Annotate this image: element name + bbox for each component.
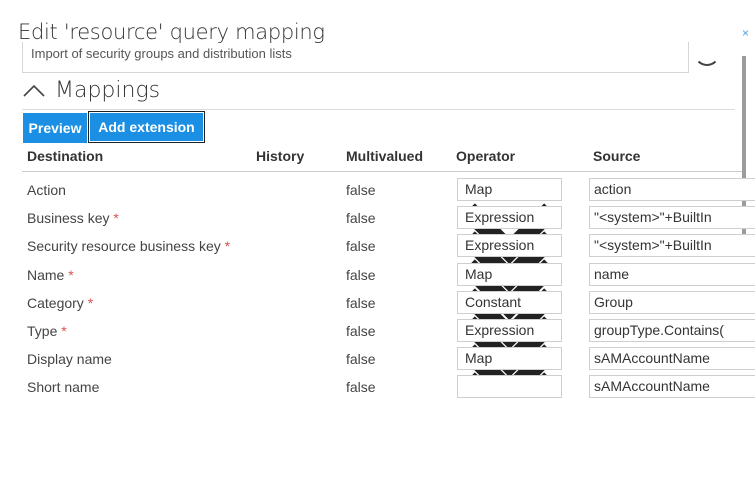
column-header-operator: Operator [456, 148, 516, 164]
destination-cell: Type * [27, 323, 67, 339]
operator-value: Expression [465, 237, 535, 254]
required-marker: * [224, 238, 231, 255]
table-row: Security resource business key * false Exp… [0, 233, 755, 321]
multivalued-cell: false [346, 182, 376, 198]
required-marker: * [87, 294, 94, 311]
operator-value: Constant [465, 293, 522, 310]
close-icon[interactable]: × [742, 26, 749, 40]
source-value: Group [594, 293, 633, 310]
table-row: Action false Map action [0, 177, 755, 265]
operator-select[interactable]: Constant [457, 290, 562, 378]
multivalued-cell: false [346, 210, 376, 227]
multivalued-cell: false [346, 351, 376, 368]
table-row: Business key * false Expression "<system>"+… [0, 205, 755, 293]
operator-value: Expression [465, 322, 535, 338]
viewport-clip [0, 398, 755, 488]
operator-select[interactable]: Expression [457, 319, 562, 406]
destination-cell: Security resource business key * [27, 238, 230, 254]
destination-label: Action [27, 182, 66, 198]
loading-spinner-icon [694, 40, 720, 66]
column-header-destination: Destination [27, 148, 104, 164]
destination-cell: Category * [27, 295, 93, 311]
source-value: "<system>"+BuiltIn [594, 209, 712, 226]
operator-value: Map [465, 350, 493, 367]
destination-cell: Name * [27, 267, 74, 283]
multivalued-cell: false [346, 294, 376, 311]
destination-cell: Display name [27, 351, 112, 367]
operator-select[interactable]: Map [457, 347, 562, 434]
source-input[interactable]: action [589, 178, 755, 201]
mappings-section-header[interactable]: Mappings [22, 78, 735, 110]
required-marker: * [113, 210, 119, 227]
destination-label: Display name [27, 351, 112, 368]
operator-select[interactable]: Expression [457, 206, 562, 293]
source-input[interactable]: "<system>"+BuiltIn [589, 206, 755, 230]
multivalued-cell: false [346, 238, 376, 255]
destination-label: Short name [27, 379, 100, 396]
operator-value: Map [465, 181, 493, 197]
source-value: sAMAccountName [594, 350, 710, 367]
multivalued-cell: false [346, 323, 376, 339]
add-extension-button[interactable]: Add extension [90, 113, 203, 141]
operator-value: Expression [465, 209, 535, 226]
required-marker: * [61, 323, 67, 339]
destination-cell: Business key * [27, 210, 119, 226]
column-header-history: History [256, 148, 305, 164]
operator-select[interactable]: Expression [457, 234, 562, 321]
operator-select[interactable] [457, 375, 562, 462]
table-row: Category * false Constant Group [0, 290, 755, 378]
multivalued-cell: false [346, 266, 376, 283]
source-input[interactable]: Group [589, 290, 755, 314]
description-text: Import of security groups and distributi… [31, 46, 292, 61]
table-row: Type * false Expression groupType.Contains( [0, 318, 755, 406]
operator-value: Map [465, 265, 493, 282]
preview-button[interactable]: Preview [23, 113, 87, 143]
source-value: "<system>"+BuiltIn [594, 237, 712, 254]
source-value: groupType.Contains( [594, 322, 724, 338]
destination-label: Security resource business key [27, 238, 221, 255]
destination-label: Business key [27, 210, 110, 227]
chevron-up-icon[interactable] [22, 83, 46, 97]
multivalued-cell: false [346, 379, 376, 396]
section-title: Mappings [55, 78, 161, 103]
operator-select[interactable]: Map [457, 262, 562, 349]
destination-label: Name [27, 266, 65, 283]
source-input[interactable]: groupType.Contains( [589, 319, 755, 342]
source-input[interactable]: sAMAccountName [589, 375, 755, 399]
required-marker: * [68, 266, 74, 283]
operator-select[interactable]: Map [457, 178, 562, 265]
dialog-title: Edit 'resource' query mapping [18, 20, 325, 44]
destination-label: Type [27, 323, 58, 339]
source-value: sAMAccountName [594, 378, 710, 395]
column-header-source: Source [593, 148, 641, 164]
header-divider [22, 171, 742, 172]
source-value: action [594, 181, 632, 197]
description-field[interactable]: Import of security groups and distributi… [22, 42, 689, 73]
table-row: Display name false Map sAMAccountName [0, 346, 755, 434]
table-row: Name * false Map name [0, 262, 755, 349]
destination-cell: Action [27, 182, 66, 198]
source-input[interactable]: sAMAccountName [589, 347, 755, 371]
source-input[interactable]: name [589, 262, 755, 286]
source-value: name [594, 265, 630, 282]
destination-cell: Short name [27, 379, 99, 395]
source-input[interactable]: "<system>"+BuiltIn [589, 234, 755, 258]
column-header-multivalued: Multivalued [346, 148, 424, 164]
destination-label: Category [27, 294, 84, 311]
